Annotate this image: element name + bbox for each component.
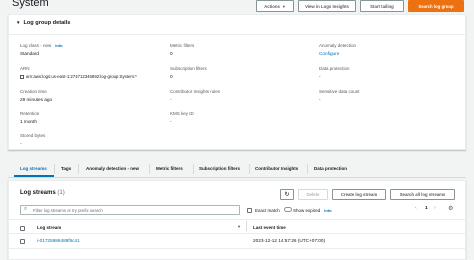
delete-button[interactable]: Delete	[298, 189, 328, 200]
data-protection-value: -	[319, 74, 321, 79]
details-toggle[interactable]: ▼ Log group details	[16, 20, 70, 26]
metric-filters-label: Metric filters	[170, 43, 195, 48]
subscription-filters-label: Subscription filters	[170, 66, 207, 71]
log-class-value: Standard	[20, 51, 40, 56]
table-divider	[8, 248, 466, 249]
retention-value: 1 month	[20, 119, 37, 124]
tab-subscription-filters[interactable]: Subscription filters	[199, 166, 240, 171]
column-log-stream[interactable]: Log stream	[37, 225, 61, 230]
sort-icon[interactable]: ▼	[237, 224, 241, 229]
last-event-time: 2023-12-12 14:57:26 (UTC+07:00)	[253, 238, 326, 243]
caret-down-icon: ▼	[281, 3, 286, 9]
next-page-icon[interactable]: ›	[434, 205, 436, 211]
tab-divider	[307, 164, 308, 174]
sensitive-data-label: Sensitive data count	[319, 89, 360, 94]
table-row: i-01725986489f5c41 2023-12-12 14:57:26 (…	[8, 234, 466, 248]
exact-match-label: Exact match	[255, 208, 280, 213]
caret-down-icon: ▼	[16, 20, 21, 25]
column-divider	[246, 221, 247, 231]
retention-label: Retention	[20, 111, 40, 116]
stored-bytes-label: Stored bytes	[20, 133, 46, 138]
actions-button[interactable]: Actions ▼	[256, 0, 294, 12]
tab-divider	[149, 164, 150, 174]
create-log-stream-button[interactable]: Create log stream	[332, 189, 386, 200]
tab-divider	[193, 164, 194, 174]
tab-contributor-insights[interactable]: Contributor Insights	[255, 166, 298, 171]
table-divider	[8, 219, 466, 220]
metric-filters-value: 0	[170, 51, 173, 56]
details-title: Log group details	[23, 20, 71, 26]
page-title: System	[12, 0, 49, 9]
actions-label: Actions	[264, 3, 280, 9]
stored-bytes-value: -	[20, 141, 22, 146]
tab-tags[interactable]: Tags	[61, 166, 71, 171]
tab-metric-filters[interactable]: Metric filters	[156, 166, 183, 171]
row-checkbox[interactable]	[20, 239, 25, 244]
search-log-group-button[interactable]: Search log group	[408, 0, 464, 12]
tab-divider	[249, 164, 250, 174]
tab-log-streams[interactable]: Log streams	[20, 166, 47, 171]
log-stream-link[interactable]: i-01725986489f5c41	[37, 238, 80, 243]
tab-data-protection[interactable]: Data protection	[314, 166, 347, 171]
refresh-icon: ↻	[284, 192, 290, 198]
start-tailing-button[interactable]: Start tailing	[360, 0, 404, 12]
configure-link[interactable]: Configure	[319, 51, 339, 56]
show-expired-label: Show expired Info	[293, 208, 332, 213]
divider	[9, 34, 465, 35]
sensitive-data-value: -	[319, 97, 321, 102]
creation-time-value: 29 minutes ago	[20, 97, 53, 102]
tab-divider	[78, 164, 79, 174]
filter-log-streams-input[interactable]: Filter log streams or try prefix search	[20, 205, 240, 215]
log-class-info-link[interactable]: Info	[55, 43, 62, 48]
log-group-details-panel: ▼ Log group details Log class - new Info S…	[8, 14, 466, 150]
data-protection-label: Data protection	[319, 66, 350, 71]
log-streams-heading: Log streams (1)	[20, 190, 65, 196]
refresh-button[interactable]: ↻	[280, 189, 294, 200]
contributor-rules-value: -	[170, 97, 172, 102]
column-last-event-time[interactable]: Last event time	[253, 225, 286, 230]
anomaly-detection-label: Anomaly detection	[319, 43, 357, 48]
show-expired-info-link[interactable]: Info	[324, 208, 331, 213]
copy-icon[interactable]	[20, 74, 24, 79]
search-all-log-streams-button[interactable]: Search all log streams	[390, 189, 455, 200]
arn-value-row: arn:aws:logs:us-east-1:274712346892:log-…	[20, 74, 137, 79]
creation-time-label: Creation time	[20, 89, 47, 94]
log-streams-title: Log streams	[20, 190, 56, 196]
select-all-checkbox[interactable]	[20, 226, 25, 231]
tabs-divider	[8, 177, 466, 178]
subscription-filters-value: 0	[170, 74, 173, 79]
settings-icon[interactable]: ⚙	[448, 205, 453, 212]
log-streams-count: (1)	[57, 190, 65, 196]
tab-anomaly-detection[interactable]: Anomaly detection - new	[86, 166, 139, 171]
contributor-rules-label: Contributor Insights rules	[170, 89, 221, 94]
log-class-label: Log class - new Info	[20, 43, 63, 48]
view-in-logs-insights-button[interactable]: View in Logs Insights	[298, 0, 356, 12]
search-icon: ⌕	[24, 206, 28, 212]
previous-page-icon[interactable]: ‹	[415, 205, 417, 211]
kms-key-label: KMS key ID	[170, 111, 194, 116]
show-expired-toggle[interactable]	[284, 207, 292, 212]
filter-placeholder: Filter log streams or try prefix search	[33, 207, 103, 213]
exact-match-checkbox[interactable]	[247, 208, 252, 213]
arn-label: ARN	[20, 66, 30, 71]
arn-value: arn:aws:logs:us-east-1:274712346892:log-…	[26, 74, 137, 79]
page-number[interactable]: 1	[425, 206, 428, 211]
tab-divider	[54, 164, 55, 174]
kms-key-value: -	[170, 119, 172, 124]
